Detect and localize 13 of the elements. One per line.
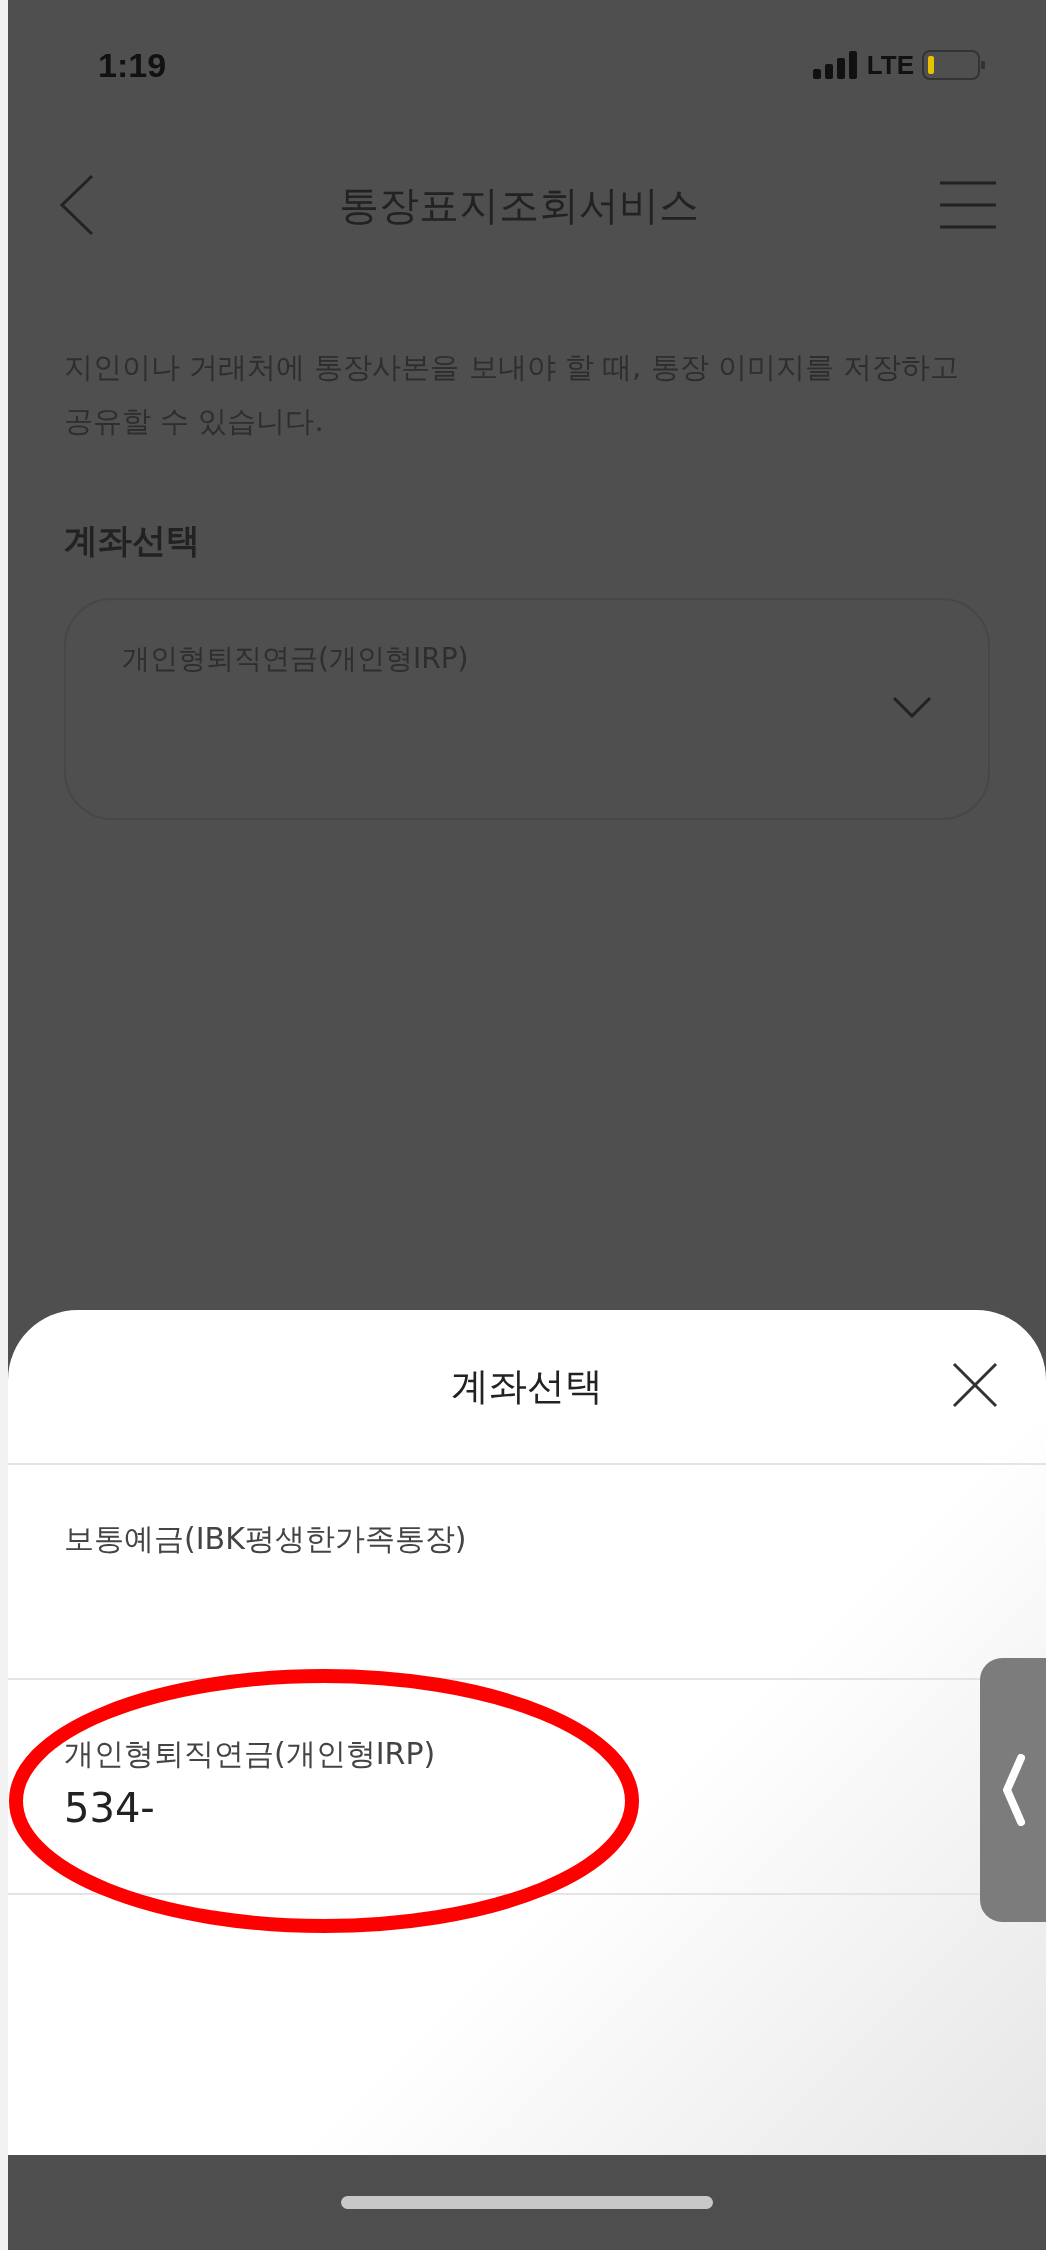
status-time: 1:19 (98, 45, 167, 85)
signal-icon (812, 51, 859, 79)
battery-icon (922, 49, 986, 81)
network-label: LTE (866, 49, 914, 81)
account-number: 534- (64, 1785, 155, 1831)
side-tab[interactable] (980, 1658, 1046, 1922)
close-icon[interactable] (952, 1362, 998, 1408)
account-name[interactable]: 보통예금(IBK평생한가족통장) (64, 1519, 467, 1560)
sheet-title: 계좌선택 (451, 1363, 603, 1410)
account-name[interactable]: 개인형퇴직연금(개인형IRP) (64, 1734, 436, 1775)
chevron-left-icon (1001, 1754, 1025, 1826)
chevron-down-icon (892, 696, 932, 718)
menu-icon[interactable] (940, 181, 996, 229)
